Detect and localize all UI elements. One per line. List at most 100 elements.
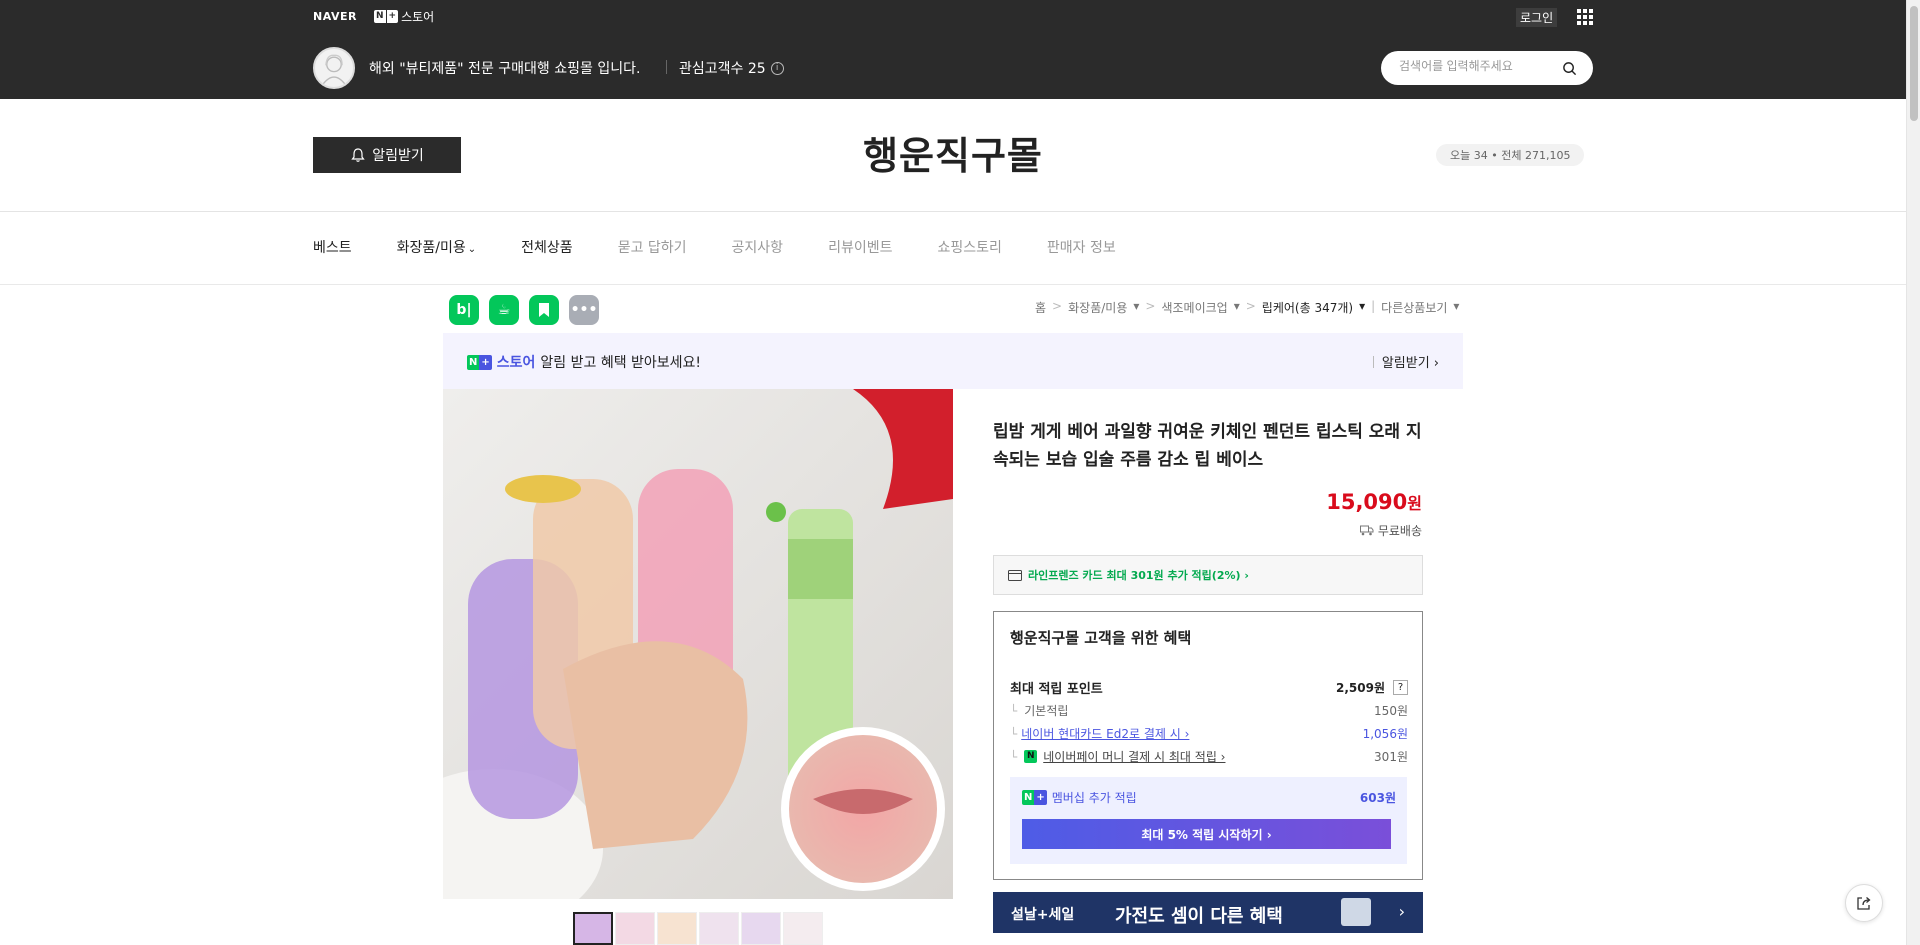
top-bar: NAVER N + 스토어 로그인 해외 "뷰티제품" 전문 구매대행 쇼핑몰 입… bbox=[0, 0, 1906, 99]
card-points-link[interactable]: 네이버 현대카드 Ed2로 결제 시 › bbox=[1021, 725, 1189, 742]
cafe-icon[interactable]: ☕ bbox=[489, 295, 519, 325]
thumbnail[interactable] bbox=[699, 912, 739, 945]
nav-item-seller-info[interactable]: 판매자 정보 bbox=[1047, 237, 1116, 257]
naver-logo[interactable]: NAVER bbox=[313, 10, 357, 23]
promo-alarm-label: 알림받기 › bbox=[1381, 356, 1439, 371]
chevron-right-icon: › bbox=[1398, 902, 1405, 921]
caret-down-icon: ▾ bbox=[1453, 299, 1460, 313]
bookmark-icon[interactable] bbox=[529, 295, 559, 325]
breadcrumb-cosmetics[interactable]: 화장품/미용 bbox=[1068, 299, 1127, 316]
search-box[interactable] bbox=[1381, 51, 1593, 85]
membership-row: N + 멤버십 추가 적립 603원 bbox=[1022, 789, 1396, 806]
scrollbar-thumb[interactable] bbox=[1910, 6, 1918, 121]
share-icons: b| ☕ ••• bbox=[449, 295, 599, 325]
thumbnail[interactable] bbox=[783, 912, 823, 945]
n-plus-icon: N + bbox=[1022, 790, 1047, 805]
breadcrumb-makeup[interactable]: 색조메이크업 bbox=[1161, 299, 1227, 316]
basic-points-row: └ 기본적립 150원 bbox=[1010, 702, 1408, 719]
benefit-title: 행운직구몰 고객을 위한 혜택 bbox=[1010, 629, 1192, 647]
chevron-right-icon: > bbox=[1052, 299, 1063, 313]
search-input[interactable] bbox=[1399, 59, 1559, 73]
n-plus-icon: N + bbox=[374, 10, 399, 23]
benefit-box: 행운직구몰 고객을 위한 혜택 최대 적립 포인트 2,509원? └ 기본적립 … bbox=[993, 611, 1423, 880]
store-title[interactable]: 행운직구몰 bbox=[0, 125, 1906, 180]
store-description: 해외 "뷰티제품" 전문 구매대행 쇼핑몰 입니다. bbox=[369, 61, 641, 77]
info-icon[interactable]: i bbox=[770, 61, 784, 75]
visit-counter: 오늘 34 • 전체 271,105 bbox=[1436, 144, 1585, 166]
max-points-value: 2,509원 bbox=[1336, 681, 1385, 695]
price-value: 15,090 bbox=[1326, 490, 1408, 514]
nav-item-notice[interactable]: 공지사항 bbox=[732, 237, 784, 257]
product-title: 립밤 게게 베어 과일향 귀여운 키체인 펜던트 립스틱 오래 지속되는 보습 … bbox=[993, 422, 1422, 470]
share-icon bbox=[1857, 897, 1871, 910]
breadcrumb: 홈 > 화장품/미용 ▾ > 색조메이크업 ▾ > 립케어(총 347개) ▾ | 다… bbox=[1035, 299, 1459, 316]
promo-alarm-link[interactable]: 알림받기 › bbox=[1372, 352, 1439, 371]
divider bbox=[0, 211, 1906, 212]
basic-points-label: 기본적립 bbox=[1024, 704, 1069, 718]
tree-branch-icon: └ bbox=[1010, 703, 1018, 718]
thumbnail[interactable] bbox=[741, 912, 781, 945]
breadcrumb-other-products[interactable]: 다른상품보기 bbox=[1381, 299, 1447, 316]
divider: | bbox=[1371, 299, 1376, 313]
product-main-image[interactable] bbox=[443, 389, 953, 899]
apps-grid-icon[interactable] bbox=[1577, 9, 1593, 25]
membership-value: 603원 bbox=[1359, 791, 1396, 805]
sale-banner-label: 설날+세일 bbox=[1011, 907, 1075, 923]
sale-banner[interactable]: 설날+세일 가전도 셈이 다른 혜택 › bbox=[993, 892, 1423, 933]
nav-item-qna[interactable]: 묻고 답하기 bbox=[618, 237, 687, 257]
price-unit: 원 bbox=[1407, 494, 1422, 513]
blog-icon[interactable]: b| bbox=[449, 295, 479, 325]
chevron-right-icon: > bbox=[1245, 299, 1256, 313]
share-button[interactable] bbox=[1845, 884, 1883, 922]
thumbnail[interactable] bbox=[657, 912, 697, 945]
divider bbox=[1372, 355, 1374, 368]
naver-plus-store-logo[interactable]: N + 스토어 bbox=[374, 8, 434, 25]
caret-down-icon: ▾ bbox=[1359, 299, 1366, 313]
membership-label: 멤버십 추가 적립 bbox=[1051, 791, 1137, 805]
card-offer[interactable]: 라인프렌즈 카드 최대 301원 추가 적립(2%) › bbox=[993, 555, 1423, 595]
promo-text: 알림 받고 혜택 받아보세요! bbox=[540, 355, 702, 371]
breadcrumb-lipcare[interactable]: 립케어(총 347개) bbox=[1262, 299, 1353, 316]
nav-item-cosmetics[interactable]: 화장품/미용 ⌄ bbox=[397, 237, 477, 257]
max-points-value-wrap: 2,509원? bbox=[1336, 679, 1408, 696]
thumbnail[interactable] bbox=[573, 912, 613, 945]
max-points-row: 최대 적립 포인트 2,509원? bbox=[1010, 678, 1408, 697]
help-icon[interactable]: ? bbox=[1393, 680, 1408, 695]
nav-item-best[interactable]: 베스트 bbox=[313, 237, 352, 257]
chevron-down-icon: ⌄ bbox=[467, 244, 477, 255]
caret-down-icon: ▾ bbox=[1133, 299, 1140, 313]
credit-card-icon bbox=[1008, 569, 1022, 581]
page-scrollbar[interactable] bbox=[1906, 0, 1920, 945]
more-icon[interactable]: ••• bbox=[569, 295, 599, 325]
basic-points-value: 150원 bbox=[1374, 704, 1408, 718]
nav-item-shopping-story[interactable]: 쇼핑스토리 bbox=[937, 237, 1001, 257]
promo-message: N + 스토어 알림 받고 혜택 받아보세요! bbox=[467, 352, 701, 372]
tree-branch-icon: └ bbox=[1010, 726, 1018, 741]
n-plus-icon: N + bbox=[467, 354, 492, 370]
breadcrumb-home[interactable]: 홈 bbox=[1035, 299, 1046, 316]
store-logo-text: 스토어 bbox=[401, 10, 435, 24]
login-button[interactable]: 로그인 bbox=[1516, 8, 1558, 27]
promo-store-label: 스토어 bbox=[496, 355, 536, 371]
tree-branch-icon: └ bbox=[1010, 749, 1018, 764]
favorite-count: 관심고객수 25 bbox=[679, 61, 766, 77]
shipping-info: 무료배송 bbox=[1350, 522, 1422, 539]
thumbnail[interactable] bbox=[615, 912, 655, 945]
membership-start-button[interactable]: 최대 5% 적립 시작하기 › bbox=[1022, 819, 1391, 849]
appliance-image bbox=[1341, 898, 1371, 926]
card-points-value: 1,056원 bbox=[1362, 727, 1408, 741]
membership-box: N + 멤버십 추가 적립 603원 최대 5% 적립 시작하기 › bbox=[1010, 777, 1407, 864]
search-icon[interactable] bbox=[1562, 61, 1577, 76]
nav-item-review-event[interactable]: 리뷰이벤트 bbox=[828, 237, 892, 257]
nav-item-all-products[interactable]: 전체상품 bbox=[521, 237, 573, 257]
favorite-customers[interactable]: 관심고객수 25 i bbox=[679, 58, 784, 78]
divider bbox=[666, 60, 667, 74]
npay-points-row: └ N 네이버페이 머니 결제 시 최대 적립 › 301원 bbox=[1010, 748, 1408, 765]
npay-points-link[interactable]: 네이버페이 머니 결제 시 최대 적립 › bbox=[1043, 748, 1225, 765]
divider bbox=[0, 284, 1906, 285]
card-points-row: └ 네이버 현대카드 Ed2로 결제 시 › 1,056원 bbox=[1010, 725, 1408, 742]
naver-pay-icon: N bbox=[1024, 750, 1038, 763]
chevron-right-icon: > bbox=[1145, 299, 1156, 313]
thumbnail-strip bbox=[573, 912, 823, 945]
product-price: 15,090원 bbox=[1320, 490, 1422, 514]
